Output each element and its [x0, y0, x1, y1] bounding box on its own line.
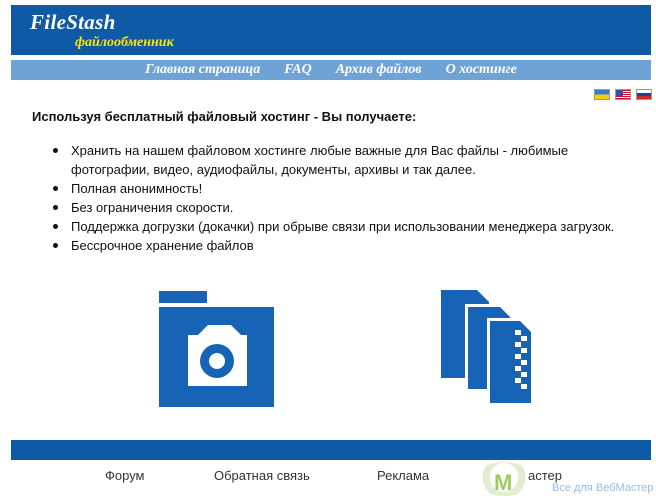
ru-flag-icon[interactable] — [636, 89, 652, 100]
logo-subtitle: файлообменник — [75, 35, 174, 50]
footer-ads-link[interactable]: Реклама — [377, 468, 429, 483]
watermark-letter: M — [494, 470, 513, 495]
nav-home-link[interactable]: Главная страница — [145, 62, 260, 78]
archive-files-icon — [441, 290, 534, 406]
features-list: Хранить на нашем файловом хостинге любые… — [52, 141, 632, 255]
feature-item: Бессрочное хранение файлов — [52, 236, 632, 255]
site-header: FileStash файлообменник — [11, 5, 651, 55]
language-switcher — [594, 89, 652, 100]
photo-folder-icon — [159, 291, 274, 407]
footer-bar — [11, 440, 651, 460]
feature-item: Хранить на нашем файловом хостинге любые… — [52, 141, 632, 179]
ua-flag-icon[interactable] — [594, 89, 610, 100]
feature-item: Поддержка догрузки (докачки) при обрыве … — [52, 217, 632, 236]
nav-archive-link[interactable]: Архив файлов — [336, 62, 422, 78]
footer-forum-link[interactable]: Форум — [105, 468, 145, 483]
watermark-text: Все для ВебМастер — [552, 482, 654, 494]
main-nav: Главная страница FAQ Архив файлов О хост… — [11, 60, 651, 80]
us-flag-icon[interactable] — [615, 89, 631, 100]
feature-item: Полная анонимность! — [52, 179, 632, 198]
logo-title[interactable]: FileStash — [30, 10, 116, 35]
footer-feedback-link[interactable]: Обратная связь — [214, 468, 310, 483]
intro-heading: Используя бесплатный файловый хостинг - … — [32, 109, 417, 124]
feature-item: Без ограничения скорости. — [52, 198, 632, 217]
nav-about-link[interactable]: О хостинге — [446, 62, 517, 78]
nav-faq-link[interactable]: FAQ — [284, 62, 312, 78]
